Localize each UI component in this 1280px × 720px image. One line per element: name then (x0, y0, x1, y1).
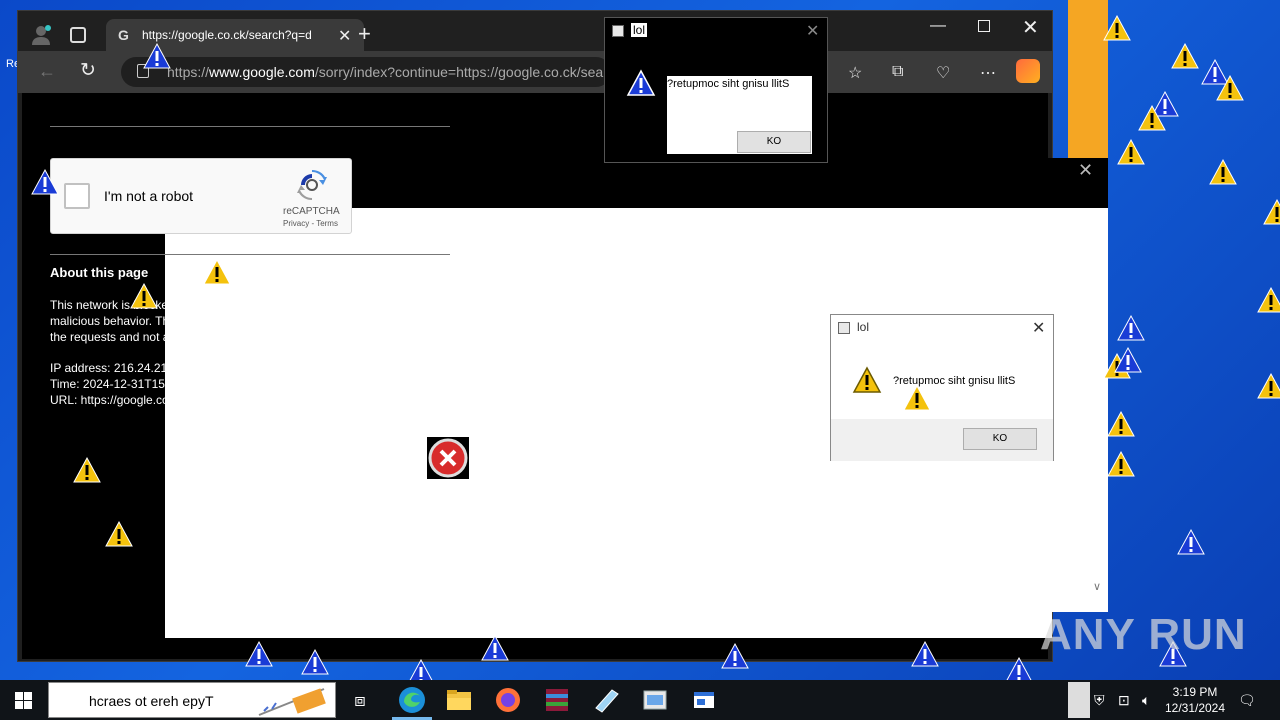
warning-icon (1171, 42, 1199, 69)
warning-icon (1114, 346, 1142, 373)
warning-icon (1257, 372, 1280, 399)
new-tab-icon[interactable]: + (358, 23, 371, 45)
windows-start-icon[interactable] (15, 692, 32, 709)
winrar-icon[interactable] (541, 684, 573, 716)
notifications-icon[interactable]: 🗨︎ (1238, 692, 1256, 709)
warning-icon (130, 282, 158, 309)
recaptcha-logo-icon (297, 169, 327, 201)
recaptcha-widget: I'm not a robot reCAPTCHA Privacy - Term… (50, 158, 352, 234)
url-text: https://www.google.com/sorry/index?conti… (167, 64, 608, 80)
file-explorer-icon[interactable] (443, 684, 475, 716)
warning-icon (1263, 198, 1280, 225)
background-window-header (1040, 158, 1108, 208)
recaptcha-links[interactable]: Privacy - Terms (283, 219, 338, 228)
warning-icon (1117, 314, 1145, 341)
tab-bar: G https://google.co.ck/search?q=d ✕ + — … (18, 11, 1052, 51)
warning-icon (1209, 158, 1237, 185)
browser-essentials-icon[interactable]: ♡ (936, 63, 950, 83)
warning-icon (105, 520, 133, 547)
ip-address-line: IP address: 216.24.216.49 (50, 361, 191, 375)
ko-button[interactable]: KO (737, 131, 811, 153)
back-icon[interactable]: ← (38, 61, 56, 82)
warning-icon (1107, 450, 1135, 477)
divider (50, 254, 450, 255)
network-icon[interactable]: ⊡ (1118, 692, 1130, 709)
firefox-icon[interactable] (492, 684, 524, 716)
divider (50, 126, 450, 127)
clock-time: 3:19 PM (1172, 685, 1218, 699)
collections-icon[interactable]: ⧉ (892, 63, 903, 81)
about-body: This network is blocked due to unaddress… (50, 298, 439, 344)
warning-icon (1103, 14, 1131, 41)
message-box: lol ✕ ?retupmoc siht gnisu llitS KO (604, 17, 828, 163)
volume-icon[interactable]: 🔈︎ (1142, 692, 1150, 709)
warning-icon (245, 640, 273, 667)
profile-icon[interactable] (30, 24, 52, 46)
window-icon (838, 322, 850, 334)
warning-icon (301, 648, 329, 675)
search-placeholder: hcraes ot ereh epyT (89, 693, 214, 709)
clock-date: 12/31/2024 (1164, 701, 1226, 715)
warning-icon (203, 258, 231, 285)
maximize-icon[interactable] (978, 20, 990, 32)
taskbar-overflow[interactable] (1068, 682, 1090, 718)
warning-icon (1257, 286, 1280, 313)
control-panel-icon[interactable] (639, 684, 671, 716)
close-window-icon[interactable]: ✕ (1022, 15, 1039, 40)
warning-icon (481, 634, 509, 661)
time-line: Time: 2024-12-31T15:18:46Z (50, 377, 206, 391)
message-box: lol ✕ ?retupmoc siht gnisu llitS KO (830, 314, 1054, 461)
address-bar: ← ↻ https://www.google.com/sorry/index?c… (18, 51, 1052, 93)
warning-icon (73, 456, 101, 483)
ko-button[interactable]: KO (963, 428, 1037, 450)
warning-icon (143, 42, 171, 69)
error-icon (427, 437, 469, 479)
recaptcha-brand: reCAPTCHA (283, 206, 340, 217)
warning-icon (1216, 74, 1244, 101)
tab-actions-icon[interactable] (70, 27, 86, 43)
window-app-icon[interactable] (688, 684, 720, 716)
taskbar: hcraes ot ereh epyT ⧈ ⛨ ⊡ 🔈︎ 3:19 PM 12/… (0, 680, 1280, 720)
taskbar-search-box[interactable]: hcraes ot ereh epyT (48, 682, 336, 718)
edge-icon[interactable] (396, 684, 428, 716)
warning-icon (721, 642, 749, 669)
notepad-tool-icon[interactable] (590, 684, 622, 716)
tab-close-icon[interactable]: ✕ (338, 26, 351, 46)
search-highlight-art-icon (258, 688, 326, 716)
url-line: URL: https://google.co.ck/search?q=dank+… (50, 393, 310, 407)
url-field[interactable]: https://www.google.com/sorry/index?conti… (121, 57, 611, 87)
system-clock[interactable]: 3:19 PM 12/31/2024 (1162, 684, 1228, 716)
window-icon (612, 25, 624, 37)
message-box-close-icon[interactable]: ✕ (1032, 318, 1045, 338)
about-title: About this page (50, 265, 149, 280)
warning-icon (1107, 410, 1135, 437)
message-box-title: lol (857, 320, 870, 334)
warning-icon (1177, 528, 1205, 555)
task-view-icon[interactable]: ⧈ (344, 684, 376, 716)
scroll-down-icon[interactable]: ∨ (1093, 580, 1101, 593)
message-text: ?retupmoc siht gnisu llitS (667, 78, 790, 90)
recaptcha-label: I'm not a robot (104, 188, 194, 204)
warning-icon (903, 384, 931, 411)
watermark: ANY RUN (1040, 610, 1247, 659)
message-box-title: lol (631, 23, 648, 37)
close-icon[interactable]: ✕ (1078, 160, 1093, 181)
security-tray-icon[interactable]: ⛨ (1094, 692, 1105, 709)
warning-icon (1138, 104, 1166, 131)
minimize-icon[interactable]: — (930, 17, 946, 35)
warning-icon (31, 168, 59, 195)
reload-icon[interactable]: ↻ (80, 59, 96, 82)
copilot-icon[interactable] (1016, 59, 1040, 83)
google-favicon-icon: G (118, 27, 129, 43)
warning-icon (626, 69, 656, 96)
favorites-icon[interactable]: ☆ (848, 63, 862, 83)
recaptcha-checkbox[interactable] (64, 183, 90, 209)
warning-icon (852, 366, 882, 393)
warning-icon (1117, 138, 1145, 165)
warning-icon (911, 640, 939, 667)
more-icon[interactable]: ⋯ (980, 63, 996, 83)
message-box-close-icon[interactable]: ✕ (806, 21, 819, 41)
tab-title: https://google.co.ck/search?q=d (142, 28, 312, 42)
